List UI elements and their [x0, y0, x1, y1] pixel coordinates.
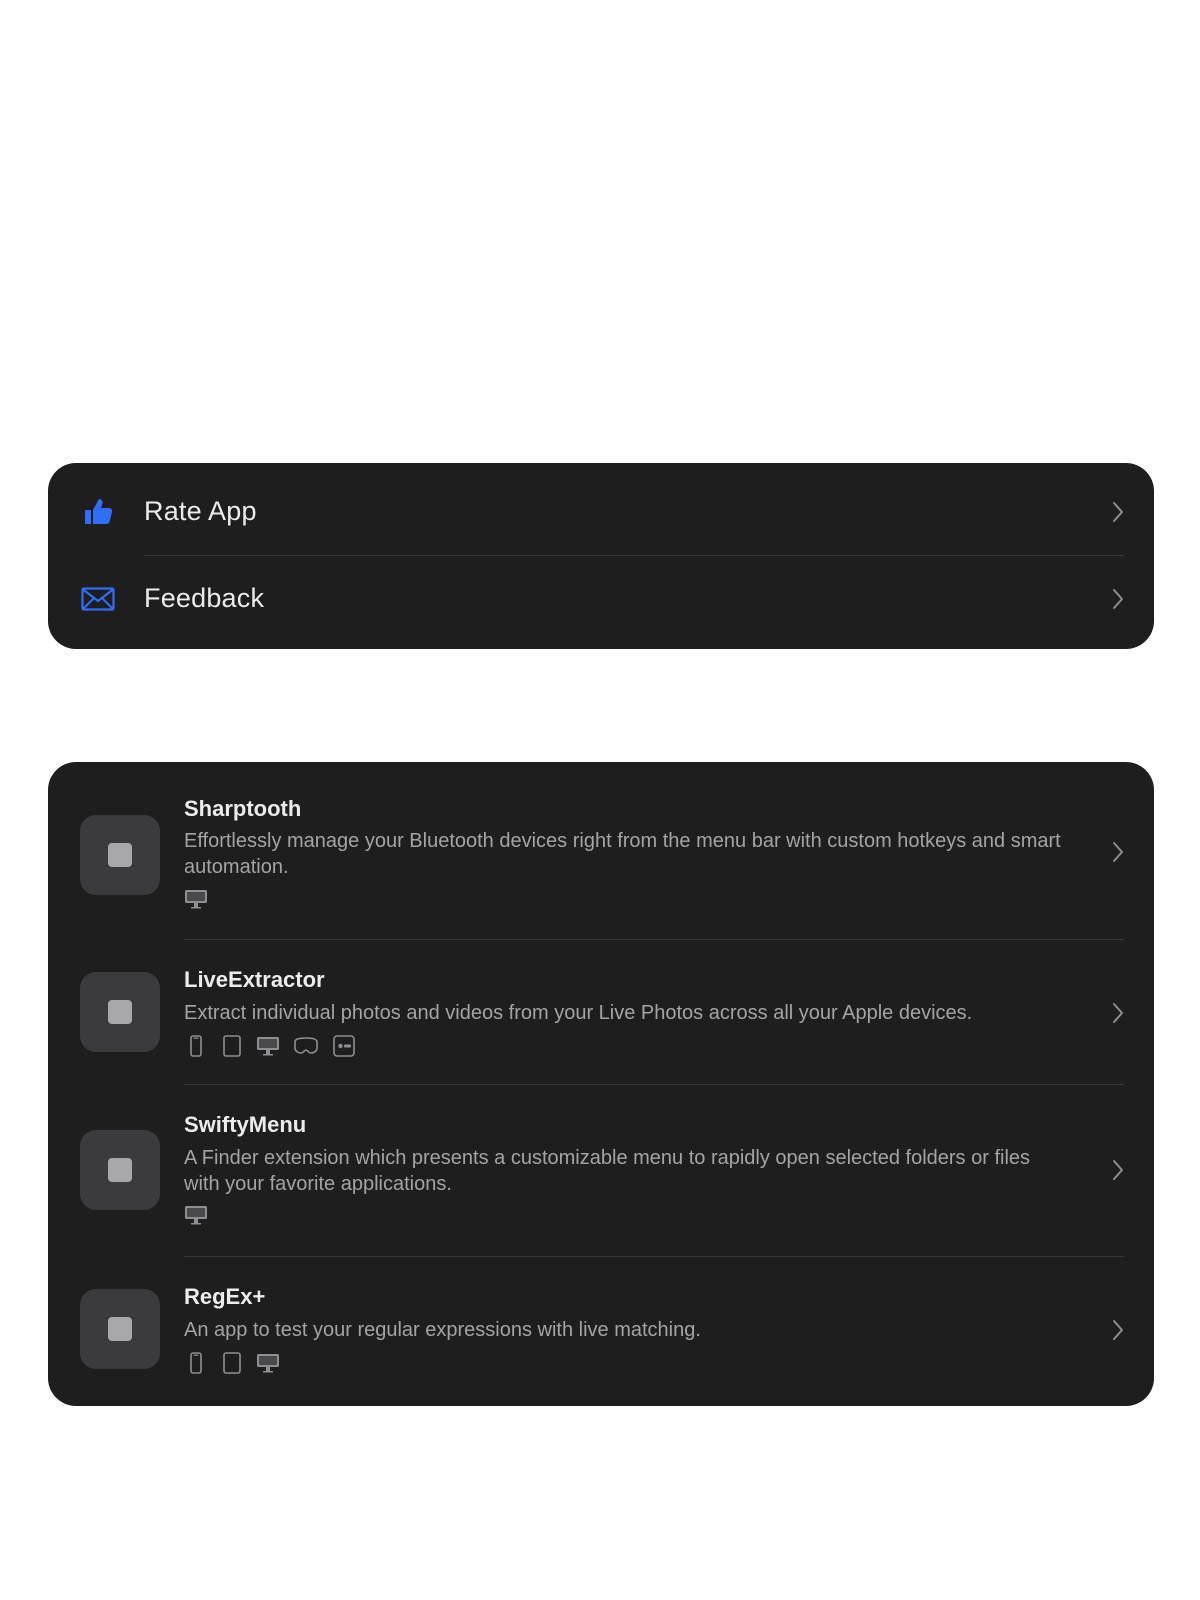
chevron-right-icon — [1113, 1160, 1123, 1180]
platform-list — [184, 888, 208, 910]
more-apps-card: Sharptooth Effortlessly manage your Blue… — [48, 762, 1154, 1406]
app-description: A Finder extension which presents a cust… — [184, 1147, 1031, 1195]
app-description: An app to test your regular expressions … — [184, 1319, 701, 1341]
app-description: Extract individual photos and videos fro… — [184, 1002, 973, 1024]
envelope-icon — [81, 587, 115, 611]
mac-icon — [257, 1354, 279, 1373]
page: Rate App Feedback Sharptooth Effortlessl… — [0, 0, 1200, 1600]
app-row-sharptooth[interactable]: Sharptooth Effortlessly manage your Blue… — [48, 762, 1154, 939]
apple-tv-icon — [333, 1035, 355, 1057]
app-icon — [80, 972, 160, 1052]
app-description: Effortlessly manage your Bluetooth devic… — [184, 830, 1061, 878]
app-row-swiftymenu[interactable]: SwiftyMenu A Finder extension which pres… — [48, 1085, 1154, 1256]
platform-list — [184, 1352, 280, 1374]
platform-list — [184, 1204, 208, 1226]
rate-app-label: Rate App — [144, 496, 257, 526]
platform-list — [184, 1035, 356, 1057]
app-row-liveextractor[interactable]: LiveExtractor Extract individual photos … — [48, 940, 1154, 1084]
app-name: RegEx+ — [184, 1284, 266, 1309]
app-icon — [80, 1130, 160, 1210]
vision-pro-icon — [294, 1037, 318, 1054]
chevron-right-icon — [1113, 1320, 1123, 1340]
iphone-icon — [190, 1035, 202, 1057]
app-name: Sharptooth — [184, 796, 302, 821]
chevron-right-icon — [1113, 1003, 1123, 1023]
feedback-label: Feedback — [144, 583, 265, 613]
rate-app-row[interactable]: Rate App — [48, 469, 1154, 555]
app-icon — [80, 1289, 160, 1369]
chevron-right-icon — [1113, 502, 1123, 522]
ipad-icon — [223, 1035, 241, 1057]
chevron-right-icon — [1113, 842, 1123, 862]
actions-card: Rate App Feedback — [48, 463, 1154, 649]
mac-icon — [257, 1037, 279, 1056]
app-name: SwiftyMenu — [184, 1112, 307, 1137]
chevron-right-icon — [1113, 589, 1123, 609]
app-icon — [80, 815, 160, 895]
iphone-icon — [190, 1352, 202, 1374]
ipad-icon — [223, 1352, 241, 1374]
app-row-regex-plus[interactable]: RegEx+ An app to test your regular expre… — [48, 1257, 1154, 1406]
app-name: LiveExtractor — [184, 967, 325, 992]
feedback-row[interactable]: Feedback — [48, 556, 1154, 642]
mac-icon — [185, 890, 207, 909]
mac-icon — [185, 1206, 207, 1225]
thumbs-up-icon — [85, 499, 113, 524]
